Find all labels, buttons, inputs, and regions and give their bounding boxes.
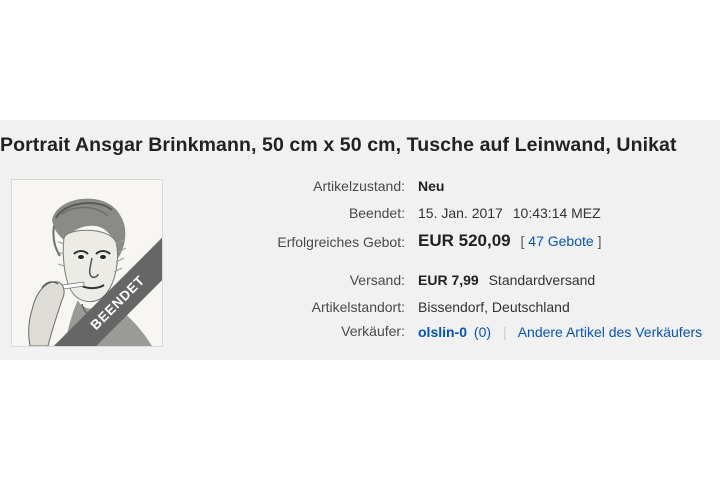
other-items-link[interactable]: Andere Artikel des Verkäufers — [518, 324, 702, 340]
ended-time: 10:43:14 MEZ — [512, 205, 601, 221]
seller-row: olslin-0 (0) | Andere Artikel des Verkäu… — [418, 324, 702, 340]
shipping-price: EUR 7,99 — [418, 272, 479, 288]
bid-count-open: [ — [520, 233, 525, 249]
condition-value: Neu — [418, 178, 445, 194]
seller-rating-close: ) — [486, 324, 492, 340]
bid-count-link[interactable]: 47 Gebote — [528, 233, 593, 249]
shipping-method: Standardversand — [488, 272, 596, 288]
shipping-row: EUR 7,99 Standardversand — [418, 272, 595, 288]
listing-panel: Portrait Ansgar Brinkmann, 50 cm x 50 cm… — [0, 120, 720, 360]
location-value: Bissendorf, Deutschland — [418, 299, 570, 315]
bid-label: Erfolgreiches Gebot: — [277, 234, 405, 250]
location-label: Artikelstandort: — [311, 299, 405, 315]
ended-date: 15. Jan. 2017 — [418, 205, 503, 221]
shipping-label: Versand: — [349, 272, 405, 288]
seller-name-link[interactable]: olslin-0 — [418, 324, 467, 340]
listing-title: Portrait Ansgar Brinkmann, 50 cm x 50 cm… — [0, 134, 677, 156]
item-image[interactable]: BEENDET — [11, 179, 163, 347]
condition-label: Artikelzustand: — [313, 178, 405, 194]
seller-label: Verkäufer: — [341, 323, 405, 339]
seller-separator: | — [502, 324, 507, 340]
ended-datetime: 15. Jan. 2017 10:43:14 MEZ — [418, 205, 601, 221]
bid-value: EUR 520,09 — [418, 231, 511, 250]
ended-label: Beendet: — [348, 205, 405, 221]
bid-row: EUR 520,09 [ 47 Gebote ] — [418, 231, 601, 251]
bid-count-close: ] — [597, 233, 602, 249]
